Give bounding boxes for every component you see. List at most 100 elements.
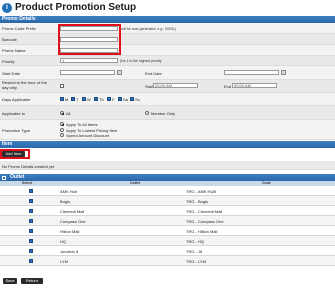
promo-code-prefix-hint: (will be auto generated, e.g.: 00001) [120, 26, 177, 31]
applicable-all-radio[interactable] [60, 111, 64, 115]
day-sa-checkbox[interactable] [118, 97, 122, 101]
outlet-name: Hillion Mall [60, 229, 80, 234]
outlet-code: TRG - HQ [186, 239, 204, 244]
barcode-row: Barcode [0, 34, 335, 45]
highlight-box [58, 24, 121, 55]
day-su-label: Su [135, 97, 140, 102]
table-row: Bugis TRG - Bugis [0, 196, 335, 206]
days-applicable-label: Days Applicable [2, 97, 31, 102]
promo-name-label: Promo Name [2, 48, 26, 53]
outlet-code: TRG - Compass One [186, 219, 224, 224]
priority-row: Priority 1 (No 1 is the highest priority [0, 56, 335, 66]
item-header: Item [0, 141, 335, 148]
day-su-checkbox[interactable] [130, 97, 134, 101]
day-th-checkbox[interactable] [94, 97, 98, 101]
type-spend-radio[interactable] [60, 133, 64, 137]
outlet-checkbox[interactable] [29, 199, 33, 203]
priority-hint: (No 1 is the highest priority [120, 59, 162, 63]
save-button[interactable]: Save [3, 278, 17, 284]
table-row: Junction 8 TRG - J8 [0, 246, 335, 256]
promo-code-prefix-row: Promo Code Prefix (will be auto generate… [0, 23, 335, 34]
day-m-checkbox[interactable] [60, 97, 64, 101]
start-date-label: Start Date [2, 71, 21, 76]
restrict-end-time[interactable]: 00:00 AM [232, 83, 277, 88]
date-row: Start Date End Date [0, 66, 335, 80]
footer: Save Return [0, 267, 335, 291]
restrict-end-label: End [224, 84, 232, 89]
title-bar: i Product Promotion Setup [0, 0, 335, 16]
outlet-checkbox[interactable] [29, 219, 33, 223]
table-row: LYM TRG - LYM [0, 256, 335, 266]
restrict-hour-label: Restrict to the hour of the day only [2, 80, 47, 90]
day-m-label: M [65, 97, 69, 102]
type-lowest-radio[interactable] [60, 127, 64, 132]
return-button[interactable]: Return [21, 278, 43, 284]
promo-details-header: Promo Details [0, 16, 335, 23]
day-w-checkbox[interactable] [82, 97, 86, 101]
outlet-header: Outlet [0, 174, 335, 181]
applicable-member-label: Member Only [151, 111, 176, 116]
applicable-to-row: Applicable to All Member Only [0, 106, 335, 120]
item-empty-row: No Promo Details created yet [0, 161, 335, 170]
days-applicable-row: Days Applicable M T W Th F Sa Su [0, 93, 335, 106]
promotion-type-label: Promotion Type [2, 128, 30, 133]
item-empty-text: No Promo Details created yet [2, 163, 55, 169]
outlet-code: TRG - Hillion Mall [186, 229, 218, 234]
applicable-all-label: All [66, 111, 71, 116]
table-row: Hillion Mall TRG - Hillion Mall [0, 226, 335, 236]
restrict-start-time[interactable]: 00:00 AM [153, 83, 198, 88]
outlet-name: HQ [60, 239, 66, 244]
end-calendar-icon[interactable] [281, 70, 286, 75]
type-all-items-radio[interactable] [60, 122, 64, 126]
outlet-header-title: Outlet [10, 174, 25, 180]
applicable-member-radio[interactable] [145, 111, 149, 115]
outlet-code: TRG - AMK HUB [186, 189, 217, 194]
outlet-code: TRG - Clementi Mall [186, 209, 223, 214]
outlet-code: TRG - Bugis [186, 199, 209, 204]
start-calendar-icon[interactable] [117, 70, 122, 75]
day-f-checkbox[interactable] [107, 97, 111, 101]
priority-label: Priority [2, 59, 15, 64]
start-date-input[interactable] [60, 70, 115, 75]
table-row: AMK Hub TRG - AMK HUB [0, 186, 335, 196]
promo-name-row: Promo Name [0, 45, 335, 56]
end-date-input[interactable] [224, 70, 279, 75]
outlet-checkbox[interactable] [29, 259, 33, 263]
outlet-checkbox[interactable] [29, 209, 33, 213]
type-lowest-label: Apply To Lowest Pricing Item [66, 127, 118, 133]
promotion-type-row: Promotion Type Apply To All Items Apply … [0, 120, 335, 140]
outlet-code: TRG - LYM [186, 259, 206, 264]
page-title: Product Promotion Setup [15, 2, 137, 13]
table-row: Clementi Mall TRG - Clementi Mall [0, 206, 335, 216]
day-sa-label: Sa [123, 97, 128, 102]
info-circle-icon: i [2, 3, 12, 13]
add-item-highlight [0, 149, 30, 159]
outlet-checkbox[interactable] [29, 249, 33, 253]
outlet-checkbox[interactable] [29, 239, 33, 243]
type-all-items-label: Apply To All Items [66, 122, 98, 127]
restrict-hour-row: Restrict to the hour of the day only Sta… [0, 80, 335, 93]
item-toolbar: Add Item [0, 148, 335, 160]
type-spend-label: Spend Amount Discount [66, 133, 109, 138]
end-date-label: End Date [145, 71, 162, 76]
day-f-label: F [112, 97, 115, 102]
outlet-checkbox[interactable] [29, 189, 33, 193]
day-w-label: W [87, 97, 91, 102]
day-t-label: T [76, 97, 79, 102]
restrict-hour-checkbox[interactable] [60, 84, 64, 88]
outlet-select-all-checkbox[interactable] [2, 175, 6, 180]
day-th-label: Th [99, 97, 104, 102]
outlet-name: Bugis [60, 199, 71, 204]
table-row: Compass One TRG - Compass One [0, 216, 335, 226]
promo-code-prefix-label: Promo Code Prefix [2, 26, 36, 31]
outlet-name: LYM [60, 259, 68, 264]
outlet-name: Junction 8 [60, 249, 79, 254]
day-t-checkbox[interactable] [71, 97, 75, 101]
outlet-name: AMK Hub [60, 189, 78, 194]
outlet-name: Clementi Mall [60, 209, 85, 214]
outlet-checkbox[interactable] [29, 229, 33, 233]
priority-input[interactable]: 1 [60, 58, 118, 63]
applicable-to-label: Applicable to [2, 111, 25, 116]
outlet-code: TRG - J8 [186, 249, 203, 254]
barcode-label: Barcode [2, 37, 17, 42]
